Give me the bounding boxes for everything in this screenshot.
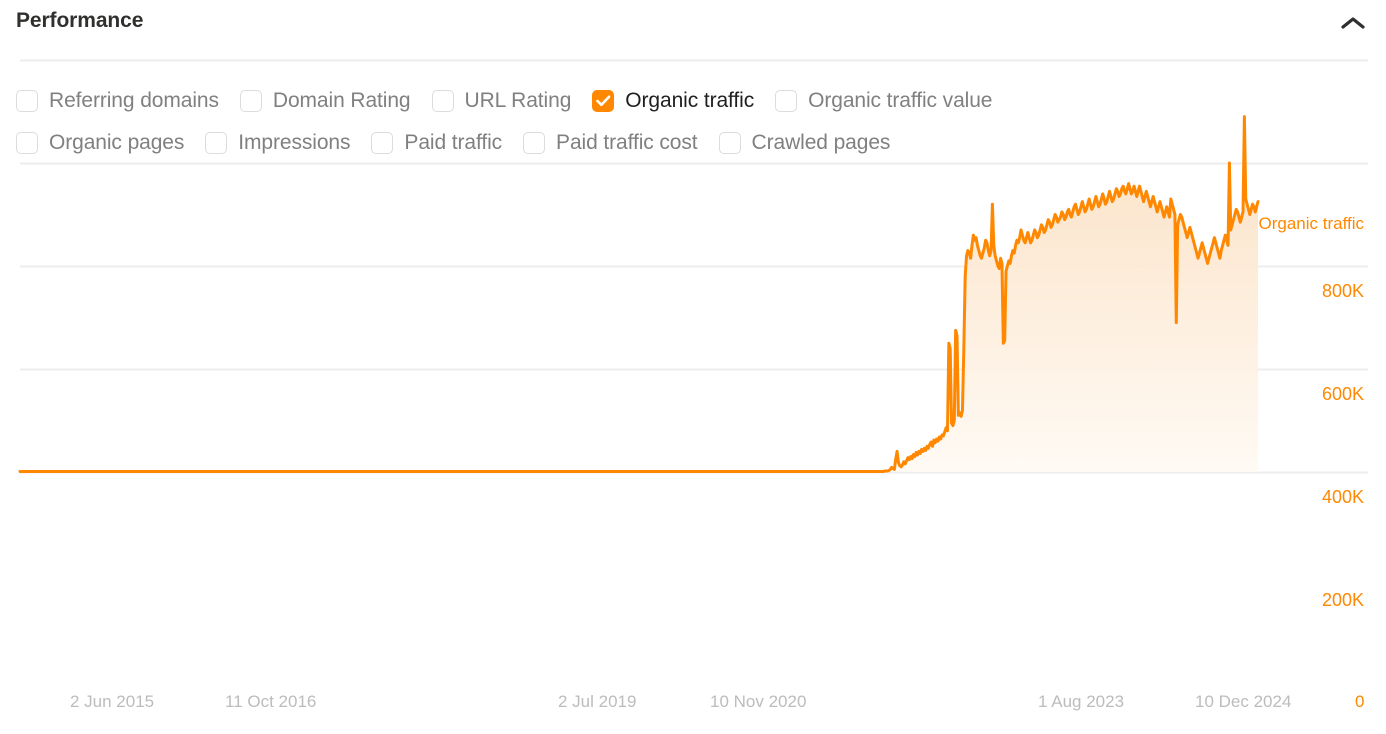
chart-plot-area[interactable] — [0, 59, 1386, 734]
y-axis-tick-label: 200K — [1321, 590, 1364, 610]
x-axis-tick-label: 1 Aug 2023 — [1038, 692, 1125, 711]
performance-panel: Performance Referring domains Domain Rati… — [0, 0, 1386, 734]
y-axis-zero-label: 0 — [1355, 692, 1365, 711]
x-axis-tick-label: 2 Jun 2015 — [70, 692, 155, 711]
x-axis-tick-label: 10 Dec 2024 — [1195, 692, 1292, 711]
x-axis-tick-label: 10 Nov 2020 — [710, 692, 807, 711]
x-axis-tick-label: 2 Jul 2019 — [558, 692, 637, 711]
y-axis-tick-label: 600K — [1321, 384, 1364, 404]
y-axis-tick-label: 400K — [1321, 487, 1364, 507]
y-axis-tick-label: 800K — [1321, 281, 1364, 301]
performance-chart: Organic traffic — [0, 59, 1386, 734]
x-axis-tick-label: 11 Oct 2016 — [225, 692, 317, 711]
